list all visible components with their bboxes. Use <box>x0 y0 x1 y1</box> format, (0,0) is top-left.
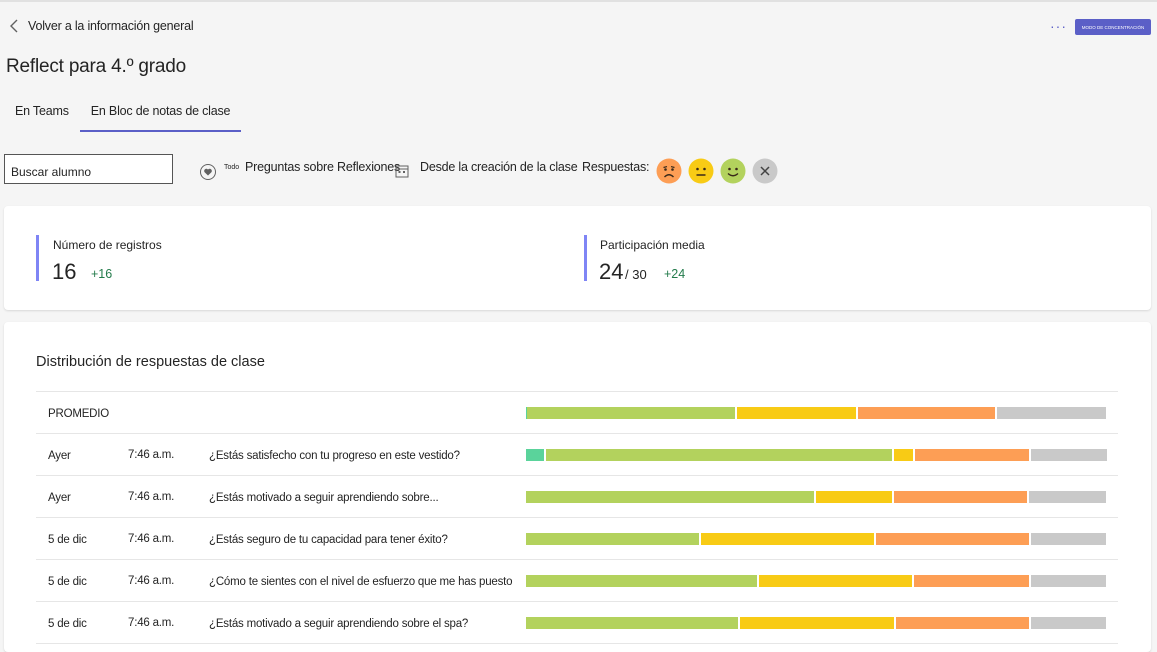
distribution-title: Distribución de respuestas de clase <box>36 354 265 370</box>
top-border <box>0 0 1157 2</box>
focus-mode-button[interactable]: MODO DE CONCENTRACIÓN <box>1075 19 1151 35</box>
bar-segment-yellow <box>815 491 892 503</box>
participation-value: 24 <box>599 259 624 284</box>
participation-label: Participación media <box>600 238 705 252</box>
bar-segment-yellow <box>758 575 912 587</box>
sad-face-icon[interactable] <box>656 158 682 184</box>
row-day: Ayer <box>48 450 71 462</box>
tab-bar: En Teams En Bloc de notas de clase <box>0 104 242 132</box>
table-divider <box>36 433 1118 434</box>
table-divider <box>36 475 1118 476</box>
row-day: 5 de dic <box>48 618 87 630</box>
page-title: Reflect para 4.º grado <box>6 56 186 77</box>
row-time: 7:46 a.m. <box>128 449 175 461</box>
back-label: Volver a la información general <box>28 19 194 33</box>
row-time: 7:46 a.m. <box>128 575 175 587</box>
records-delta: +16 <box>91 267 113 281</box>
table-divider <box>36 601 1118 602</box>
happy-face-icon[interactable] <box>720 158 746 184</box>
records-label: Número de registros <box>53 238 162 252</box>
bar-segment-orange <box>915 449 1030 461</box>
bar-segment-gray <box>1030 617 1106 629</box>
participation-delta: +24 <box>664 267 686 281</box>
distribution-card <box>4 322 1151 652</box>
records-value: 16 <box>52 259 77 284</box>
bar-segment-gray <box>997 407 1106 419</box>
bar-segment-teal <box>526 449 545 461</box>
calendar-icon[interactable] <box>395 164 409 178</box>
table-divider <box>36 559 1118 560</box>
bar-segment-green <box>527 407 735 419</box>
row-question[interactable]: ¿Cómo te sientes con el nivel de esfuerz… <box>209 576 513 588</box>
bar-segment-green <box>526 533 699 545</box>
questions-filter-label: Preguntas sobre Reflexiones <box>245 160 401 174</box>
bar-segment-green <box>526 491 814 503</box>
row-time: 7:46 a.m. <box>128 491 175 503</box>
table-divider <box>36 391 1118 392</box>
bar-segment-gray <box>1031 449 1108 461</box>
responses-label: Respuestas: <box>582 160 649 174</box>
search-student-input[interactable]: Buscar alumno <box>4 154 173 184</box>
bar-segment-orange <box>895 617 1029 629</box>
row-question[interactable]: ¿Estás satisfecho con tu progreso en est… <box>209 450 460 462</box>
row-question[interactable]: ¿Estás motivado a seguir aprendiendo sob… <box>209 618 468 630</box>
table-divider <box>36 517 1118 518</box>
chevron-left-icon <box>10 19 18 33</box>
heart-icon[interactable] <box>199 163 217 181</box>
stats-card: Número de registros 16 +16 Participación… <box>4 206 1151 310</box>
average-label: PROMEDIO <box>48 408 110 420</box>
all-filter-label[interactable]: Todo <box>224 164 239 171</box>
row-day: 5 de dic <box>48 576 87 588</box>
row-day: 5 de dic <box>48 534 87 546</box>
row-question[interactable]: ¿Estás seguro de tu capacidad para tener… <box>209 534 448 546</box>
bar-segment-green <box>526 617 738 629</box>
bar-segment-yellow <box>736 407 856 419</box>
bar-segment-gray <box>1030 575 1106 587</box>
questions-filter[interactable]: Preguntas sobre Reflexiones <box>245 160 400 174</box>
stat-accent-bar <box>584 235 587 281</box>
bar-segment-green <box>526 575 757 587</box>
clear-responses-icon[interactable] <box>752 158 778 184</box>
bar-segment-orange <box>857 407 996 419</box>
bar-segment-gray <box>1029 491 1106 503</box>
bar-segment-yellow <box>700 533 874 545</box>
responses-label-text: Respuestas: <box>582 160 650 174</box>
row-question[interactable]: ¿Estás motivado a seguir aprendiendo sob… <box>209 492 439 504</box>
bar-segment-gray <box>1030 533 1106 545</box>
participation-total: / 30 <box>625 267 647 282</box>
row-day: Ayer <box>48 492 71 504</box>
back-to-overview-link[interactable]: Volver a la información general <box>8 18 194 34</box>
bar-segment-green <box>546 449 893 461</box>
row-time: 7:46 a.m. <box>128 533 175 545</box>
date-range-filter[interactable]: Desde la creación de la clase <box>420 160 578 174</box>
neutral-face-icon[interactable] <box>688 158 714 184</box>
bar-segment-yellow <box>739 617 894 629</box>
bar-segment-yellow <box>894 449 914 461</box>
stat-accent-bar <box>36 235 39 281</box>
tab-in-teams[interactable]: En Teams <box>0 104 80 132</box>
bar-segment-orange <box>893 491 1028 503</box>
date-range-label: Desde la creación de la clase <box>420 160 578 174</box>
row-time: 7:46 a.m. <box>128 617 175 629</box>
tab-class-notebook[interactable]: En Bloc de notas de clase <box>79 104 242 132</box>
more-options-icon[interactable]: ··· <box>1050 18 1067 34</box>
bar-segment-orange <box>875 533 1029 545</box>
bar-segment-orange <box>913 575 1029 587</box>
